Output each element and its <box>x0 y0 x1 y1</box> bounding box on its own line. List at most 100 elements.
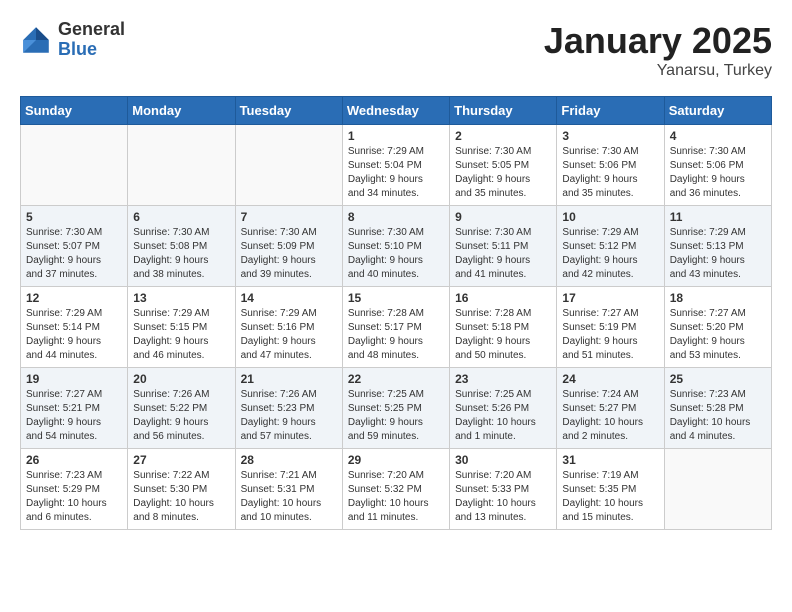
calendar-subtitle: Yanarsu, Turkey <box>544 62 772 80</box>
table-row: 21Sunrise: 7:26 AM Sunset: 5:23 PM Dayli… <box>235 368 342 449</box>
cell-date: 15 <box>348 291 444 305</box>
table-row: 5 Sunrise: 7:30 AM Sunset: 5:07 PM Daylig… <box>21 206 128 287</box>
cell-info: Sunrise: 7:30 AM Sunset: 5:06 PM Dayligh… <box>562 145 658 201</box>
cell-date: 11 <box>670 210 766 224</box>
table-row: 8Sunrise: 7:30 AM Sunset: 5:10 PM Daylig… <box>342 206 449 287</box>
cell-info: Sunrise: 7:28 AM Sunset: 5:17 PM Dayligh… <box>348 307 444 363</box>
header-wednesday: Wednesday <box>342 97 449 125</box>
cell-info: Sunrise: 7:29 AM Sunset: 5:16 PM Dayligh… <box>241 307 337 363</box>
cell-date: 19 <box>26 372 122 386</box>
cell-info: Sunrise: 7:29 AM Sunset: 5:12 PM Dayligh… <box>562 226 658 282</box>
table-row: 13 Sunrise: 7:29 AM Sunset: 5:15 PM Dayli… <box>128 287 235 368</box>
cell-date: 2 <box>455 129 551 143</box>
cell-date: 29 <box>348 453 444 467</box>
cell-date: 18 <box>670 291 766 305</box>
table-row: 11 Sunrise: 7:29 AM Sunset: 5:13 PM Dayli… <box>664 206 771 287</box>
table-row: 29 Sunrise: 7:20 AM Sunset: 5:32 PM Dayli… <box>342 449 449 530</box>
cell-date: 20 <box>133 372 229 386</box>
calendar-week-row: 26Sunrise: 7:23 AM Sunset: 5:29 PM Dayli… <box>21 449 772 530</box>
cell-date: 1 <box>348 129 444 143</box>
cell-info: Sunrise: 7:27 AM Sunset: 5:20 PM Dayligh… <box>670 307 766 363</box>
table-row: 19 Sunrise: 7:27 AM Sunset: 5:21 PM Dayli… <box>21 368 128 449</box>
calendar-week-row: 1Sunrise: 7:29 AM Sunset: 5:04 PM Daylig… <box>21 125 772 206</box>
cell-date: 24 <box>562 372 658 386</box>
table-row: 17 Sunrise: 7:27 AM Sunset: 5:19 PM Dayli… <box>557 287 664 368</box>
table-row: 27 Sunrise: 7:22 AM Sunset: 5:30 PM Dayli… <box>128 449 235 530</box>
cell-info: Sunrise: 7:23 AM Sunset: 5:28 PM Dayligh… <box>670 388 766 444</box>
table-row <box>664 449 771 530</box>
page-header: General Blue January 2025 Yanarsu, Turke… <box>20 20 772 80</box>
table-row: 30 Sunrise: 7:20 AM Sunset: 5:33 PM Dayli… <box>450 449 557 530</box>
cell-date: 4 <box>670 129 766 143</box>
calendar-week-row: 12Sunrise: 7:29 AM Sunset: 5:14 PM Dayli… <box>21 287 772 368</box>
table-row <box>128 125 235 206</box>
table-row: 23 Sunrise: 7:25 AM Sunset: 5:26 PM Dayli… <box>450 368 557 449</box>
logo-text: General Blue <box>58 20 125 60</box>
cell-date: 27 <box>133 453 229 467</box>
cell-info: Sunrise: 7:20 AM Sunset: 5:33 PM Dayligh… <box>455 469 551 525</box>
logo-blue: Blue <box>58 40 125 60</box>
title-section: January 2025 Yanarsu, Turkey <box>544 20 772 80</box>
table-row: 28 Sunrise: 7:21 AM Sunset: 5:31 PM Dayli… <box>235 449 342 530</box>
header-tuesday: Tuesday <box>235 97 342 125</box>
calendar-title: January 2025 <box>544 20 772 62</box>
cell-info: Sunrise: 7:30 AM Sunset: 5:06 PM Dayligh… <box>670 145 766 201</box>
table-row <box>21 125 128 206</box>
header-friday: Friday <box>557 97 664 125</box>
cell-info: Sunrise: 7:26 AM Sunset: 5:23 PM Dayligh… <box>241 388 337 444</box>
cell-date: 9 <box>455 210 551 224</box>
cell-date: 16 <box>455 291 551 305</box>
cell-info: Sunrise: 7:27 AM Sunset: 5:19 PM Dayligh… <box>562 307 658 363</box>
cell-info: Sunrise: 7:29 AM Sunset: 5:15 PM Dayligh… <box>133 307 229 363</box>
cell-info: Sunrise: 7:28 AM Sunset: 5:18 PM Dayligh… <box>455 307 551 363</box>
cell-info: Sunrise: 7:30 AM Sunset: 5:05 PM Dayligh… <box>455 145 551 201</box>
cell-date: 28 <box>241 453 337 467</box>
cell-info: Sunrise: 7:30 AM Sunset: 5:07 PM Dayligh… <box>26 226 122 282</box>
cell-date: 22 <box>348 372 444 386</box>
header-sunday: Sunday <box>21 97 128 125</box>
cell-info: Sunrise: 7:30 AM Sunset: 5:11 PM Dayligh… <box>455 226 551 282</box>
table-row: 1Sunrise: 7:29 AM Sunset: 5:04 PM Daylig… <box>342 125 449 206</box>
table-row: 31Sunrise: 7:19 AM Sunset: 5:35 PM Dayli… <box>557 449 664 530</box>
cell-date: 5 <box>26 210 122 224</box>
cell-date: 31 <box>562 453 658 467</box>
cell-date: 30 <box>455 453 551 467</box>
calendar-week-row: 5 Sunrise: 7:30 AM Sunset: 5:07 PM Daylig… <box>21 206 772 287</box>
table-row: 22 Sunrise: 7:25 AM Sunset: 5:25 PM Dayli… <box>342 368 449 449</box>
cell-date: 23 <box>455 372 551 386</box>
table-row: 14 Sunrise: 7:29 AM Sunset: 5:16 PM Dayli… <box>235 287 342 368</box>
table-row: 6 Sunrise: 7:30 AM Sunset: 5:08 PM Daylig… <box>128 206 235 287</box>
header-thursday: Thursday <box>450 97 557 125</box>
table-row: 18 Sunrise: 7:27 AM Sunset: 5:20 PM Dayli… <box>664 287 771 368</box>
header-row: Sunday Monday Tuesday Wednesday Thursday… <box>21 97 772 125</box>
cell-info: Sunrise: 7:21 AM Sunset: 5:31 PM Dayligh… <box>241 469 337 525</box>
cell-date: 13 <box>133 291 229 305</box>
cell-info: Sunrise: 7:26 AM Sunset: 5:22 PM Dayligh… <box>133 388 229 444</box>
cell-info: Sunrise: 7:29 AM Sunset: 5:13 PM Dayligh… <box>670 226 766 282</box>
cell-info: Sunrise: 7:25 AM Sunset: 5:25 PM Dayligh… <box>348 388 444 444</box>
table-row <box>235 125 342 206</box>
calendar-week-row: 19 Sunrise: 7:27 AM Sunset: 5:21 PM Dayli… <box>21 368 772 449</box>
table-row: 16 Sunrise: 7:28 AM Sunset: 5:18 PM Dayli… <box>450 287 557 368</box>
cell-date: 8 <box>348 210 444 224</box>
table-row: 15 Sunrise: 7:28 AM Sunset: 5:17 PM Dayli… <box>342 287 449 368</box>
table-row: 9 Sunrise: 7:30 AM Sunset: 5:11 PM Daylig… <box>450 206 557 287</box>
header-saturday: Saturday <box>664 97 771 125</box>
cell-info: Sunrise: 7:22 AM Sunset: 5:30 PM Dayligh… <box>133 469 229 525</box>
table-row: 3 Sunrise: 7:30 AM Sunset: 5:06 PM Daylig… <box>557 125 664 206</box>
cell-date: 7 <box>241 210 337 224</box>
cell-info: Sunrise: 7:29 AM Sunset: 5:14 PM Dayligh… <box>26 307 122 363</box>
cell-date: 14 <box>241 291 337 305</box>
table-row: 7Sunrise: 7:30 AM Sunset: 5:09 PM Daylig… <box>235 206 342 287</box>
cell-info: Sunrise: 7:30 AM Sunset: 5:08 PM Dayligh… <box>133 226 229 282</box>
cell-info: Sunrise: 7:27 AM Sunset: 5:21 PM Dayligh… <box>26 388 122 444</box>
cell-info: Sunrise: 7:20 AM Sunset: 5:32 PM Dayligh… <box>348 469 444 525</box>
cell-date: 17 <box>562 291 658 305</box>
cell-date: 25 <box>670 372 766 386</box>
table-row: 4 Sunrise: 7:30 AM Sunset: 5:06 PM Daylig… <box>664 125 771 206</box>
cell-date: 3 <box>562 129 658 143</box>
cell-date: 6 <box>133 210 229 224</box>
calendar-table: Sunday Monday Tuesday Wednesday Thursday… <box>20 96 772 530</box>
cell-info: Sunrise: 7:25 AM Sunset: 5:26 PM Dayligh… <box>455 388 551 444</box>
table-row: 25 Sunrise: 7:23 AM Sunset: 5:28 PM Dayli… <box>664 368 771 449</box>
